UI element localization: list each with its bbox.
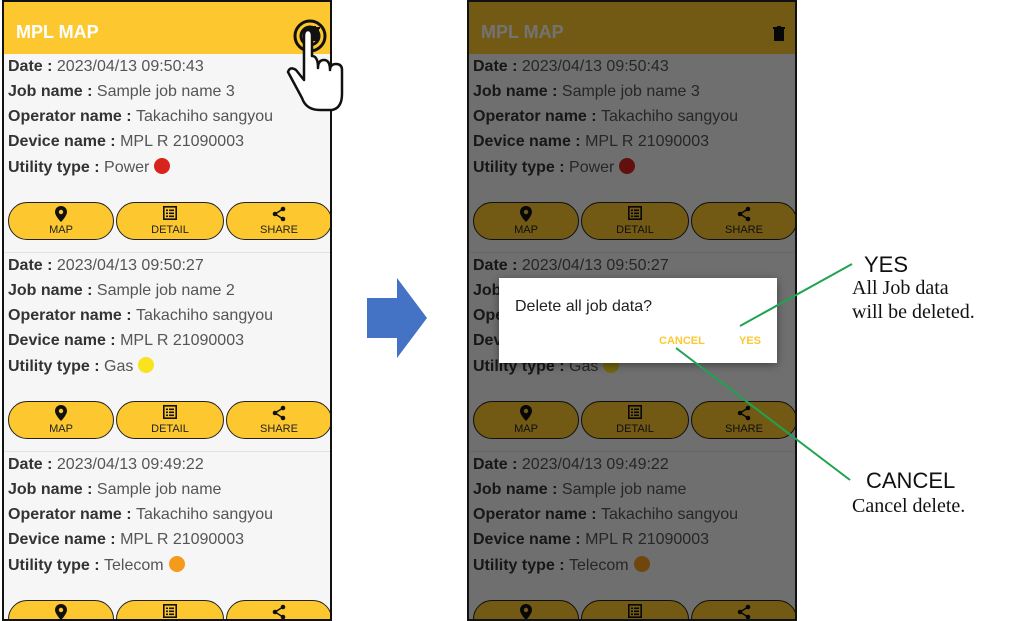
cancel-annotation-desc: Cancel delete. bbox=[852, 495, 966, 517]
yes-annotation-desc-line2: will be deleted. bbox=[852, 301, 975, 323]
yes-annotation-title: YES bbox=[864, 252, 909, 277]
cancel-annotation-title: CANCEL bbox=[866, 468, 956, 493]
yes-callout-line bbox=[739, 263, 853, 327]
cancel-callout-line bbox=[675, 347, 851, 481]
yes-annotation-desc-line1: All Job data bbox=[852, 277, 949, 299]
